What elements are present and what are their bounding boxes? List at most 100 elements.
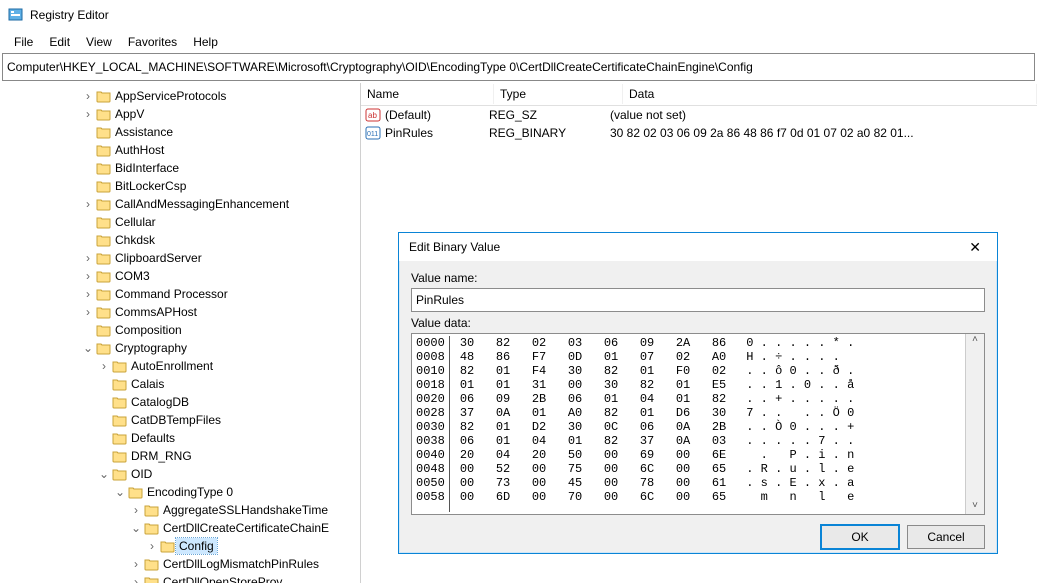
menu-bar: File Edit View Favorites Help — [0, 31, 1037, 53]
expand-icon[interactable]: › — [80, 89, 96, 103]
col-name-header[interactable]: Name — [361, 84, 494, 104]
scroll-up-icon[interactable]: ˄ — [972, 334, 978, 348]
value-name: (Default) — [385, 108, 431, 122]
svg-text:ab: ab — [368, 111, 377, 120]
ok-button[interactable]: OK — [821, 525, 899, 549]
expand-icon[interactable]: ⌄ — [128, 521, 144, 535]
address-text: Computer\HKEY_LOCAL_MACHINE\SOFTWARE\Mic… — [7, 60, 753, 74]
tree-item[interactable]: Assistance — [0, 123, 360, 141]
tree-item-label: AutoEnrollment — [128, 358, 216, 374]
tree-item-label: Command Processor — [112, 286, 231, 302]
tree-item[interactable]: ⌄Cryptography — [0, 339, 360, 357]
tree-item[interactable]: Calais — [0, 375, 360, 393]
hex-editor[interactable]: 0000000800100018002000280030003800400048… — [411, 333, 985, 515]
tree-item-label: Composition — [112, 322, 185, 338]
tree-item-label: AppServiceProtocols — [112, 88, 229, 104]
tree-item-label: Config — [176, 538, 217, 554]
string-value-icon: ab — [365, 108, 381, 122]
tree-item-label: CertDllCreateCertificateChainE — [160, 520, 332, 536]
list-row[interactable]: ab(Default)REG_SZ(value not set) — [361, 106, 1037, 124]
menu-view[interactable]: View — [78, 33, 120, 51]
expand-icon[interactable]: ⌄ — [96, 467, 112, 481]
value-name-input[interactable]: PinRules — [411, 288, 985, 312]
tree-item[interactable]: AuthHost — [0, 141, 360, 159]
tree-item-label: AggregateSSLHandshakeTime — [160, 502, 331, 518]
svg-text:011: 011 — [367, 131, 378, 138]
tree-item-label: AuthHost — [112, 142, 167, 158]
tree-item-label: CommsAPHost — [112, 304, 200, 320]
tree-item[interactable]: › CallAndMessagingEnhancement — [0, 195, 360, 213]
address-bar[interactable]: Computer\HKEY_LOCAL_MACHINE\SOFTWARE\Mic… — [2, 53, 1035, 81]
tree-item-label: DRM_RNG — [128, 448, 195, 464]
tree-item[interactable]: › ClipboardServer — [0, 249, 360, 267]
expand-icon[interactable]: › — [96, 359, 112, 373]
tree-item-label: BitLockerCsp — [112, 178, 189, 194]
menu-edit[interactable]: Edit — [41, 33, 78, 51]
tree-item[interactable]: Defaults — [0, 429, 360, 447]
expand-icon[interactable]: ⌄ — [112, 485, 128, 499]
tree-item[interactable]: DRM_RNG — [0, 447, 360, 465]
tree-item-label: Cellular — [112, 214, 159, 230]
expand-icon[interactable]: › — [80, 269, 96, 283]
expand-icon[interactable]: › — [128, 557, 144, 571]
col-data-header[interactable]: Data — [623, 84, 1037, 104]
tree-item[interactable]: › AggregateSSLHandshakeTime — [0, 501, 360, 519]
col-type-header[interactable]: Type — [494, 84, 623, 104]
scroll-down-icon[interactable]: ˅ — [972, 500, 978, 514]
tree-item[interactable]: Chkdsk — [0, 231, 360, 249]
dialog-title: Edit Binary Value — [409, 240, 500, 254]
tree-item-label: Defaults — [128, 430, 178, 446]
expand-icon[interactable]: › — [80, 197, 96, 211]
expand-icon[interactable]: › — [144, 539, 160, 553]
tree-item-label: AppV — [112, 106, 147, 122]
cancel-button[interactable]: Cancel — [907, 525, 985, 549]
tree-item[interactable]: › AutoEnrollment — [0, 357, 360, 375]
tree-item[interactable]: › COM3 — [0, 267, 360, 285]
tree-item[interactable]: CatalogDB — [0, 393, 360, 411]
window-titlebar: Registry Editor — [0, 0, 1037, 31]
value-name: PinRules — [385, 126, 433, 140]
tree-item[interactable]: Cellular — [0, 213, 360, 231]
tree-item-label: CallAndMessagingEnhancement — [112, 196, 292, 212]
tree-item-label: Chkdsk — [112, 232, 158, 248]
tree-item[interactable]: BidInterface — [0, 159, 360, 177]
tree-item[interactable]: CatDBTempFiles — [0, 411, 360, 429]
tree-item-label: CatalogDB — [128, 394, 192, 410]
tree-item[interactable]: ⌄EncodingType 0 — [0, 483, 360, 501]
tree-item-label: Assistance — [112, 124, 176, 140]
tree-item[interactable]: › CommsAPHost — [0, 303, 360, 321]
menu-favorites[interactable]: Favorites — [120, 33, 185, 51]
tree-item-label: ClipboardServer — [112, 250, 205, 266]
tree-item-label: BidInterface — [112, 160, 182, 176]
expand-icon[interactable]: ⌄ — [80, 341, 96, 355]
window-title: Registry Editor — [30, 8, 109, 22]
value-data: (value not set) — [606, 108, 1037, 122]
expand-icon[interactable]: › — [80, 287, 96, 301]
tree-item[interactable]: › AppServiceProtocols — [0, 87, 360, 105]
tree-item[interactable]: BitLockerCsp — [0, 177, 360, 195]
binary-value-icon: 011 — [365, 126, 381, 140]
list-row[interactable]: 011PinRulesREG_BINARY30 82 02 03 06 09 2… — [361, 124, 1037, 142]
tree-item[interactable]: › AppV — [0, 105, 360, 123]
tree-item-label: CertDllLogMismatchPinRules — [160, 556, 322, 572]
expand-icon[interactable]: › — [80, 107, 96, 121]
tree-item[interactable]: ⌄ CertDllCreateCertificateChainE — [0, 519, 360, 537]
tree-item[interactable]: › Config — [0, 537, 360, 555]
menu-file[interactable]: File — [6, 33, 41, 51]
tree-item[interactable]: ⌄OID — [0, 465, 360, 483]
regedit-icon — [8, 7, 24, 23]
hex-scrollbar[interactable]: ˄ ˅ — [965, 334, 984, 514]
tree-item[interactable]: ›CertDllOpenStoreProv — [0, 573, 360, 583]
value-name-label: Value name: — [411, 271, 985, 285]
tree-item-label: COM3 — [112, 268, 153, 284]
tree-item[interactable]: › CertDllLogMismatchPinRules — [0, 555, 360, 573]
tree-item[interactable]: Composition — [0, 321, 360, 339]
tree-pane[interactable]: › AppServiceProtocols › AppV Assistance AuthH… — [0, 83, 361, 583]
expand-icon[interactable]: › — [80, 305, 96, 319]
menu-help[interactable]: Help — [185, 33, 226, 51]
expand-icon[interactable]: › — [128, 575, 144, 583]
tree-item[interactable]: › Command Processor — [0, 285, 360, 303]
close-icon[interactable]: ✕ — [963, 237, 987, 258]
expand-icon[interactable]: › — [128, 503, 144, 517]
expand-icon[interactable]: › — [80, 251, 96, 265]
